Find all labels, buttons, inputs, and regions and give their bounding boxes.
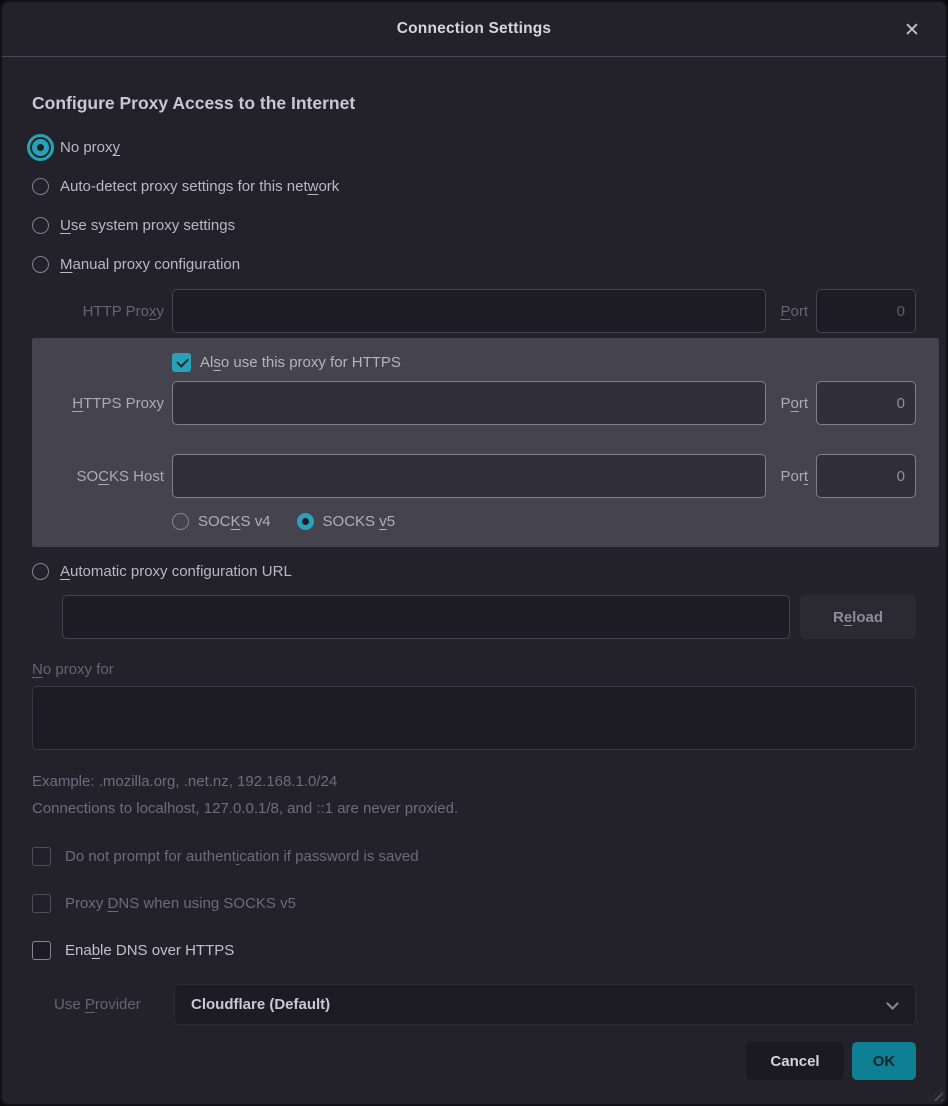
radio-auto-url-label: Automatic proxy configuration URL xyxy=(60,563,292,580)
auto-url-input[interactable] xyxy=(62,595,790,639)
doh-label: Enable DNS over HTTPS xyxy=(65,942,234,959)
socks-host-label: SOCKS Host xyxy=(32,468,164,485)
radio-manual-proxy-label: Manual proxy configuration xyxy=(60,256,240,273)
radio-selected-icon xyxy=(297,513,314,530)
https-proxy-label: HTTPS Proxy xyxy=(32,395,164,412)
cancel-button[interactable]: Cancel xyxy=(746,1042,844,1080)
provider-row: Use Provider Cloudflare (Default) xyxy=(54,984,916,1025)
dialog-content: Configure Proxy Access to the Internet N… xyxy=(2,93,946,1080)
socks-version-row: SOCKS v4 SOCKS v5 xyxy=(32,507,916,535)
checkbox-checked-icon xyxy=(172,353,191,372)
checkbox-icon xyxy=(32,941,51,960)
no-prompt-auth-checkbox[interactable]: Do not prompt for authentication if pass… xyxy=(32,843,916,869)
radio-auto-detect-label: Auto-detect proxy settings for this netw… xyxy=(60,178,339,195)
radio-icon xyxy=(32,178,49,195)
radio-system-proxy[interactable]: Use system proxy settings xyxy=(32,206,916,245)
provider-select[interactable]: Cloudflare (Default) xyxy=(174,984,916,1025)
socks-port-label: Port xyxy=(774,468,808,485)
radio-selected-icon xyxy=(32,139,49,156)
localhost-note-text: Connections to localhost, 127.0.0.1/8, a… xyxy=(32,800,916,817)
ok-button[interactable]: OK xyxy=(852,1042,916,1080)
radio-system-proxy-label: Use system proxy settings xyxy=(60,217,235,234)
https-port-label: Port xyxy=(774,395,808,412)
radio-no-proxy[interactable]: No proxy xyxy=(32,128,916,167)
radio-icon xyxy=(32,563,49,580)
also-https-label: Also use this proxy for HTTPS xyxy=(200,354,401,371)
also-https-row: Also use this proxy for HTTPS xyxy=(32,347,916,377)
radio-manual-proxy[interactable]: Manual proxy configuration xyxy=(32,245,916,284)
radio-socks-v5-label: SOCKS v5 xyxy=(323,513,396,530)
radio-socks-v4-label: SOCKS v4 xyxy=(198,513,271,530)
radio-auto-detect[interactable]: Auto-detect proxy settings for this netw… xyxy=(32,167,916,206)
http-port-label: Port xyxy=(774,303,808,320)
dialog-title: Connection Settings xyxy=(397,20,552,38)
https-port-input[interactable] xyxy=(816,381,916,425)
socks-host-input[interactable] xyxy=(172,454,766,498)
dialog-footer: Cancel OK xyxy=(32,1042,916,1080)
radio-no-proxy-label: No proxy xyxy=(60,139,120,156)
provider-selected-value: Cloudflare (Default) xyxy=(191,996,330,1013)
http-port-input[interactable] xyxy=(816,289,916,333)
page-title: Configure Proxy Access to the Internet xyxy=(32,93,916,114)
no-proxy-for-label: No proxy for xyxy=(32,661,916,678)
dialog-titlebar: Connection Settings ✕ xyxy=(2,2,946,57)
connection-settings-dialog: Connection Settings ✕ Configure Proxy Ac… xyxy=(0,0,948,1106)
example-text: Example: .mozilla.org, .net.nz, 192.168.… xyxy=(32,773,916,790)
radio-icon xyxy=(172,513,189,530)
https-proxy-row: HTTPS Proxy Port xyxy=(32,381,916,425)
close-icon[interactable]: ✕ xyxy=(898,16,926,44)
chevron-down-icon xyxy=(886,997,899,1010)
https-proxy-input[interactable] xyxy=(172,381,766,425)
reload-button[interactable]: Reload xyxy=(800,595,916,639)
highlighted-section: Also use this proxy for HTTPS HTTPS Prox… xyxy=(32,338,939,547)
checkbox-icon xyxy=(32,847,51,866)
also-https-checkbox[interactable]: Also use this proxy for HTTPS xyxy=(172,353,916,372)
provider-label: Use Provider xyxy=(54,996,174,1013)
options-checkbox-group: Do not prompt for authentication if pass… xyxy=(32,843,916,963)
no-proxy-for-textarea[interactable] xyxy=(32,686,916,750)
radio-icon xyxy=(32,217,49,234)
radio-icon xyxy=(32,256,49,273)
socks-port-input[interactable] xyxy=(816,454,916,498)
proxy-dns-label: Proxy DNS when using SOCKS v5 xyxy=(65,895,296,912)
http-proxy-input[interactable] xyxy=(172,289,766,333)
radio-socks-v4[interactable]: SOCKS v4 xyxy=(172,507,271,535)
proxy-dns-checkbox[interactable]: Proxy DNS when using SOCKS v5 xyxy=(32,890,916,916)
no-prompt-auth-label: Do not prompt for authentication if pass… xyxy=(65,848,419,865)
spacer xyxy=(32,425,916,454)
auto-url-row: Reload xyxy=(62,595,916,639)
http-proxy-label: HTTP Proxy xyxy=(32,303,164,320)
checkbox-icon xyxy=(32,894,51,913)
http-proxy-row: HTTP Proxy Port xyxy=(32,289,916,333)
radio-socks-v5[interactable]: SOCKS v5 xyxy=(297,507,396,535)
doh-checkbox[interactable]: Enable DNS over HTTPS xyxy=(32,937,916,963)
resize-grip[interactable] xyxy=(929,1087,943,1101)
socks-host-row: SOCKS Host Port xyxy=(32,454,916,498)
radio-auto-url[interactable]: Automatic proxy configuration URL xyxy=(32,555,916,587)
